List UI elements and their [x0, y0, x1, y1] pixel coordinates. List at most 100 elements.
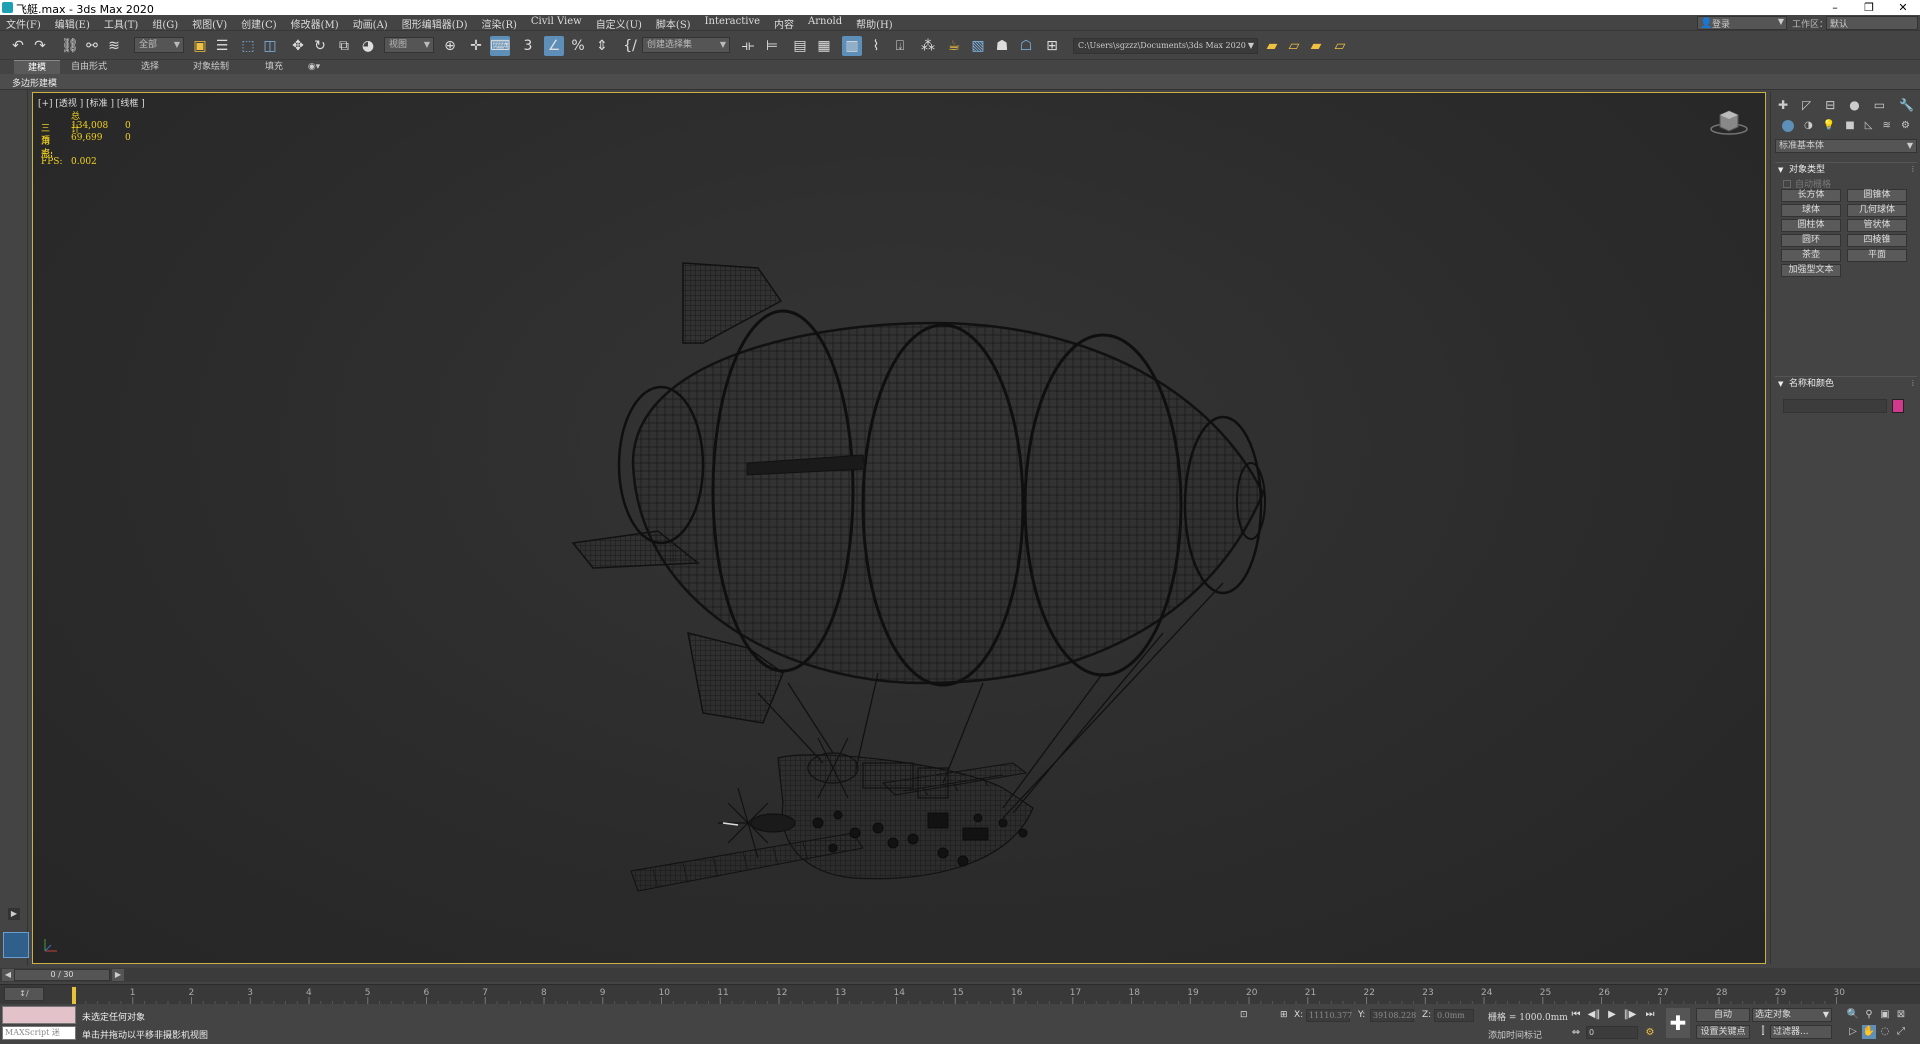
project-folder-icon[interactable]: ▰	[1262, 36, 1282, 56]
rollout-object-type[interactable]: ▼ 对象类型 ⁞	[1775, 162, 1917, 176]
set-key-button[interactable]: ✚	[1666, 1008, 1690, 1038]
menu-item-8[interactable]: 图形编辑器(D)	[402, 16, 468, 31]
render-production-icon[interactable]: ☗	[992, 36, 1012, 56]
set-project-icon[interactable]: ▰	[1306, 36, 1326, 56]
bind-spacewarp-icon[interactable]: ≋	[104, 36, 124, 56]
window-crossing-icon[interactable]: ◫	[260, 36, 280, 56]
viewport-label[interactable]: [+] [透视 ] [标准 ] [线框 ]	[38, 96, 145, 109]
absolute-mode-icon[interactable]: ⊞	[1280, 1010, 1288, 1020]
menu-item-3[interactable]: 组(G)	[152, 16, 178, 31]
time-slider-knob[interactable]: 0 / 30	[14, 969, 110, 981]
pyramid-button[interactable]: 四棱锥	[1847, 234, 1907, 247]
next-frame-arrow-icon[interactable]: ▶	[112, 969, 124, 981]
render-setup-icon[interactable]: ☕	[944, 36, 964, 56]
tab-freeform[interactable]: 自由形式	[64, 60, 114, 74]
zoom-all-icon[interactable]: ⚲	[1862, 1008, 1876, 1022]
spacewarps-category-icon[interactable]: ≋	[1883, 120, 1891, 134]
goto-end-icon[interactable]: ⏭	[1642, 1008, 1658, 1022]
rendered-frame-window-icon[interactable]: ▧	[968, 36, 988, 56]
expand-arrow-icon[interactable]: ▶	[8, 908, 20, 920]
minimize-button[interactable]: –	[1818, 0, 1852, 15]
menu-item-10[interactable]: Civil View	[531, 16, 582, 31]
layer-explorer-icon[interactable]: ▦	[814, 36, 834, 56]
maximize-viewport-icon[interactable]: ⤢	[1894, 1025, 1908, 1039]
menu-item-14[interactable]: 内容	[774, 16, 794, 31]
rect-selection-icon[interactable]: ⬚	[238, 36, 258, 56]
systems-category-icon[interactable]: ⚙	[1901, 120, 1910, 134]
spinner-snap-icon[interactable]: ⇕	[592, 36, 612, 56]
asset-tracking-icon[interactable]: ▱	[1330, 36, 1350, 56]
plane-button[interactable]: 平面	[1847, 249, 1907, 262]
menu-item-1[interactable]: 编辑(E)	[55, 16, 90, 31]
menu-item-11[interactable]: 自定义(U)	[596, 16, 642, 31]
cylinder-button[interactable]: 圆柱体	[1781, 219, 1841, 232]
rotate-icon[interactable]: ↻	[310, 36, 330, 56]
z-coordinate-field[interactable]: 0.0mm	[1434, 1009, 1474, 1022]
goto-start-icon[interactable]: ⏮	[1568, 1008, 1584, 1022]
reference-coordinate-dropdown[interactable]: 视图 ▼	[384, 37, 434, 53]
scene-explorer-icon[interactable]: ▤	[790, 36, 810, 56]
tab-object-paint[interactable]: 对象绘制	[186, 60, 236, 74]
unlink-icon[interactable]: ⚯	[82, 36, 102, 56]
helpers-category-icon[interactable]: ◺	[1865, 120, 1873, 134]
snaps-toggle-icon[interactable]: 3	[518, 36, 538, 56]
menu-item-4[interactable]: 视图(V)	[192, 16, 227, 31]
time-slider[interactable]: ◀ 0 / 30 ▶	[0, 968, 1920, 982]
percent-snap-icon[interactable]: %	[568, 36, 588, 56]
menu-item-5[interactable]: 创建(C)	[241, 16, 276, 31]
motion-tab-icon[interactable]: ●	[1849, 98, 1859, 114]
hierarchy-tab-icon[interactable]: ⊟	[1825, 98, 1835, 114]
select-by-name-icon[interactable]: ☰	[212, 36, 232, 56]
geosphere-button[interactable]: 几何球体	[1847, 204, 1907, 217]
render-to-texture-icon[interactable]: ⊞	[1042, 36, 1062, 56]
menu-item-6[interactable]: 修改器(M)	[291, 16, 339, 31]
menu-item-13[interactable]: Interactive	[705, 16, 760, 31]
lights-category-icon[interactable]: 💡	[1823, 120, 1835, 134]
workspace-dropdown[interactable]: 默认	[1826, 16, 1918, 30]
open-mini-curve-editor-icon[interactable]: ↕/	[4, 987, 44, 1001]
track-bar[interactable]: ↕/ 0123456789101112131415161718192021222…	[0, 984, 1920, 1005]
close-button[interactable]: ✕	[1886, 0, 1920, 15]
play-icon[interactable]: ▶	[1604, 1008, 1620, 1022]
scale-icon[interactable]: ⧉	[334, 36, 354, 56]
select-object-icon[interactable]: ▣	[190, 36, 210, 56]
maxscript-mini-listener[interactable]: MAXScript 迷	[2, 1026, 76, 1040]
pivot-center-icon[interactable]: ⊕	[440, 36, 460, 56]
modify-tab-icon[interactable]: ◸	[1802, 98, 1811, 114]
redo-icon[interactable]: ↷	[30, 36, 50, 56]
mirror-icon[interactable]: ⟛	[738, 36, 758, 56]
restore-button[interactable]: ❐	[1852, 0, 1886, 15]
time-config-icon[interactable]: ⚙	[1642, 1026, 1658, 1040]
open-project-icon[interactable]: ▱	[1284, 36, 1304, 56]
edit-named-selection-icon[interactable]: {/	[620, 36, 640, 56]
ribbon-options-icon[interactable]: ◉▾	[302, 60, 326, 74]
sphere-button[interactable]: 球体	[1781, 204, 1841, 217]
menu-item-9[interactable]: 渲染(R)	[482, 16, 517, 31]
textplus-button[interactable]: 加强型文本	[1781, 264, 1841, 277]
key-filters-icon[interactable]: ⫿	[1756, 1025, 1770, 1039]
tube-button[interactable]: 管状体	[1847, 219, 1907, 232]
set-key-mode-button[interactable]: 设置关键点	[1696, 1025, 1750, 1039]
keyboard-shortcut-override-icon[interactable]: ⌨	[490, 36, 510, 56]
display-tab-icon[interactable]: ▭	[1874, 98, 1885, 114]
airship-wireframe[interactable]	[533, 243, 1293, 923]
object-color-swatch[interactable]	[1892, 399, 1904, 413]
render-iterative-icon[interactable]: ☖	[1016, 36, 1036, 56]
isolate-selection-icon[interactable]: ⊡	[1240, 1010, 1248, 1020]
field-of-view-icon[interactable]: ▷	[1846, 1025, 1860, 1039]
project-folder-dropdown[interactable]: C:\Users\sgzzz\Documents\3ds Max 2020 ▼	[1073, 38, 1258, 54]
y-coordinate-field[interactable]: 39108.228	[1370, 1009, 1416, 1022]
selection-filter-dropdown[interactable]: 全部 ▼	[134, 37, 184, 53]
geometry-category-icon[interactable]	[1782, 120, 1795, 132]
menu-item-2[interactable]: 工具(T)	[104, 16, 138, 31]
cameras-category-icon[interactable]: ■	[1845, 120, 1854, 134]
menu-item-15[interactable]: Arnold	[808, 16, 842, 31]
object-name-field[interactable]	[1783, 399, 1887, 413]
maxscript-listener-output[interactable]	[2, 1006, 76, 1024]
material-editor-icon[interactable]: ⁂	[918, 36, 938, 56]
select-manipulate-icon[interactable]: ✛	[466, 36, 486, 56]
key-mode-icon[interactable]: ⇔	[1568, 1026, 1584, 1040]
primitive-type-dropdown[interactable]: 标准基本体 ▼	[1775, 139, 1917, 153]
viewport-layout-thumbnail[interactable]	[3, 932, 29, 958]
rollout-name-and-color[interactable]: ▼ 名称和颜色 ⁞	[1775, 376, 1917, 390]
